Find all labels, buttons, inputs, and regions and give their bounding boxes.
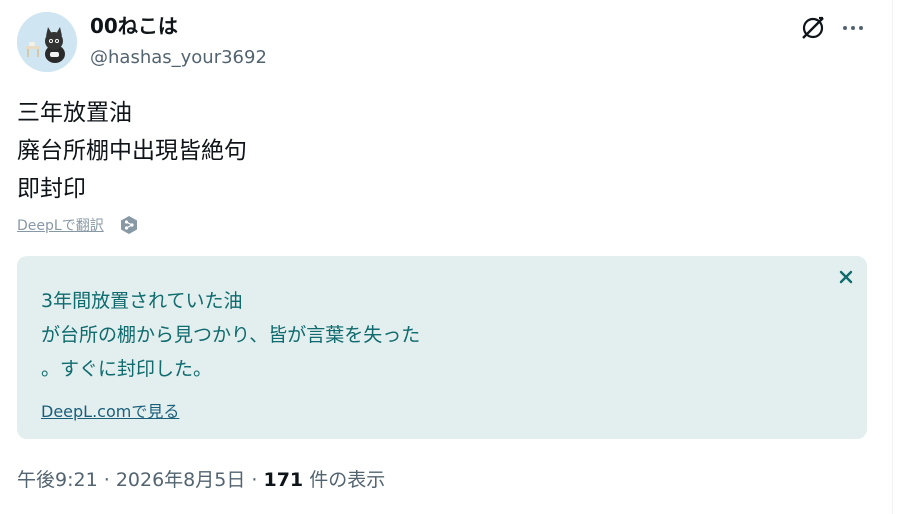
tweet-line: 廃台所棚中出現皆絶句 [17,138,247,164]
translation-panel: 3年間放置されていた油 が台所の棚から見つかり、皆が言葉を失った 。すぐに封印し… [17,256,867,439]
close-icon[interactable] [835,266,857,288]
tweet-line: 即封印 [17,176,86,202]
avatar[interactable] [17,12,77,72]
column-divider [892,0,893,514]
translation-line: 3年間放置されていた油 [41,290,243,312]
views-count: 171 [263,469,304,491]
translation-line: が台所の棚から見つかり、皆が言葉を失った [41,324,421,346]
tweet-line: 三年放置油 [17,100,132,126]
user-handle[interactable]: @hashas_your3692 [90,46,267,70]
tweet-time[interactable]: 午後9:21 [17,469,98,491]
grok-icon[interactable] [798,13,828,43]
more-icon[interactable] [838,13,868,43]
translate-link[interactable]: DeepLで翻訳 [17,216,104,236]
tweet-text: 三年放置油 廃台所棚中出現皆絶句 即封印 [17,94,877,208]
views-label: 件の表示 [309,469,386,491]
translation-line: 。すぐに封印した。 [41,358,213,380]
meta-separator: · [251,469,258,491]
deepl-logo-icon [118,214,140,236]
tweet-metadata: 午後9:21 · 2026年8月5日 · 171 件の表示 [17,466,385,494]
user-display-name[interactable]: 00ねこは [90,13,178,39]
deepl-com-link[interactable]: DeepL.comで見る [41,401,179,423]
tweet-detail: 00ねこは @hashas_your3692 三年放置油 廃台所棚中出現皆絶句 … [0,0,904,514]
translation-text: 3年間放置されていた油 が台所の棚から見つかり、皆が言葉を失った 。すぐに封印し… [41,284,801,386]
cat-avatar-icon [17,12,77,72]
tweet-date[interactable]: 2026年8月5日 [116,469,246,491]
meta-separator: · [103,469,110,491]
